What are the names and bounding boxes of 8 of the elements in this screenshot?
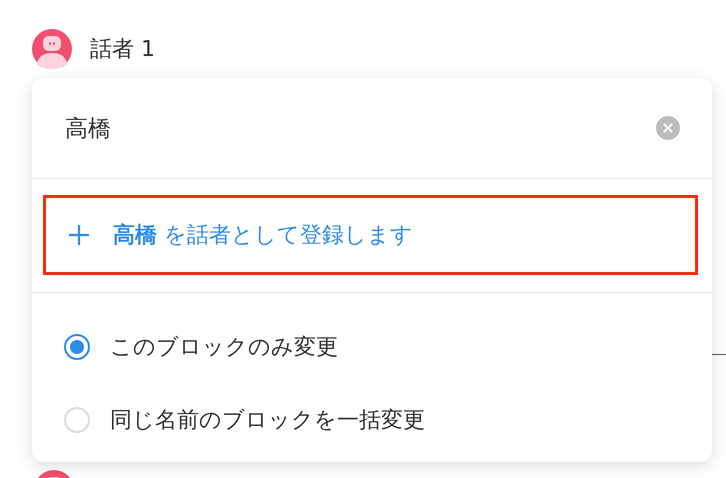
avatar-icon [32,29,72,69]
radio-button[interactable] [64,334,90,360]
name-input-field[interactable]: 高橋 [65,115,656,141]
clear-icon[interactable] [656,116,680,140]
speaker-name[interactable]: 話者 1 [90,34,155,64]
plus-icon [68,224,90,246]
option-label[interactable]: 同じ名前のブロックを一括変更 [110,404,425,434]
option-label[interactable]: このブロックのみ変更 [110,332,338,362]
